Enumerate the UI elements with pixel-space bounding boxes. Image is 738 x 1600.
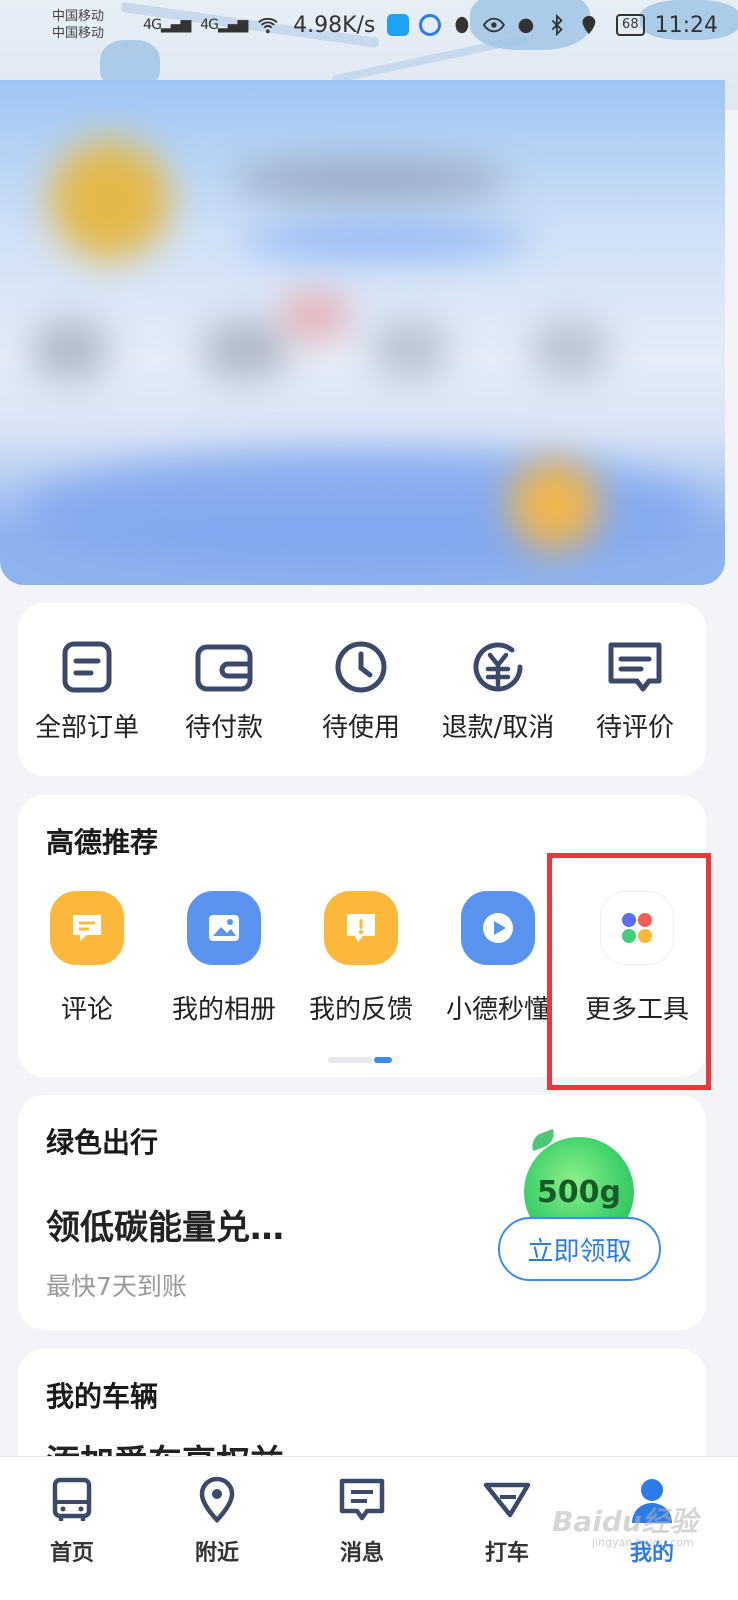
play-icon [461, 891, 535, 965]
qq-icon [455, 16, 469, 34]
green-travel-headline: 领低碳能量兑… [46, 1208, 284, 1248]
battery-icon: 68 [616, 14, 645, 36]
order-list-icon [62, 641, 112, 693]
order-label: 待付款 [184, 713, 263, 743]
order-review-button[interactable]: 待评价 [566, 639, 704, 744]
order-refund-button[interactable]: 退款/取消 [429, 639, 567, 744]
nav-home[interactable]: 首页 [17, 1475, 127, 1567]
watermark-sub: jingyan.baidu.com [592, 1536, 694, 1549]
vehicle-title: 我的车辆 [46, 1380, 159, 1413]
order-all-button[interactable]: 全部订单 [18, 639, 156, 744]
alarm-icon [518, 18, 533, 34]
rec-album-button[interactable]: 我的相册 [155, 891, 293, 1026]
clock-icon [335, 641, 387, 693]
status-bar: 中国移动 中国移动 4G▂▄▆ 4G▂▄▆ 4.98K/s 68 11:24 [0, 0, 738, 50]
green-travel-subtitle: 最快7天到账 [46, 1272, 187, 1301]
carrier-1: 中国移动 [52, 9, 105, 24]
rec-label: 评论 [60, 995, 113, 1025]
page-indicator [328, 1057, 392, 1063]
orders-card: 全部订单 待付款 待使用 退款/取消 待评价 [18, 603, 706, 776]
nav-label: 附近 [194, 1541, 239, 1566]
search-app-icon [387, 14, 410, 36]
profile-card-blurred [0, 80, 725, 585]
message-icon [339, 1478, 385, 1521]
nav-messages[interactable]: 消息 [307, 1475, 417, 1567]
refund-icon [473, 642, 523, 692]
network-speed: 4.98K/s [293, 12, 376, 38]
clock-time: 11:24 [654, 12, 718, 38]
eye-icon [482, 17, 505, 33]
claim-button[interactable]: 立即领取 [498, 1217, 661, 1281]
watermark: Baidu经验 [552, 1505, 698, 1538]
nav-nearby[interactable]: 附近 [162, 1475, 272, 1567]
order-label: 待评价 [595, 713, 674, 743]
green-travel-title: 绿色出行 [46, 1126, 159, 1159]
energy-badge: 500g [536, 1174, 622, 1210]
nav-label: 打车 [484, 1541, 529, 1566]
green-travel-card[interactable]: 绿色出行 领低碳能量兑… 最快7天到账 500g 立即领取 [18, 1095, 706, 1330]
order-label: 全部订单 [34, 713, 139, 743]
rec-label: 我的相册 [171, 995, 276, 1025]
carrier-info: 中国移动 中国移动 [52, 8, 143, 42]
app-notification-icon [419, 14, 442, 36]
comment-bubble-icon [50, 891, 124, 965]
order-label: 待使用 [321, 713, 400, 743]
signal-icon: 4G▂▄▆ [143, 17, 191, 33]
rec-label: 我的反馈 [308, 995, 413, 1025]
rec-comment-button[interactable]: 评论 [18, 891, 156, 1026]
nav-label: 消息 [339, 1541, 384, 1566]
bluetooth-icon [552, 14, 564, 36]
recommend-title: 高德推荐 [46, 826, 159, 859]
signal-icon-2: 4G▂▄▆ [200, 17, 248, 33]
carrier-2: 中国移动 [52, 26, 105, 41]
bus-icon [52, 1477, 92, 1521]
highlight-box [547, 853, 711, 1090]
rec-feedback-button[interactable]: 我的反馈 [292, 891, 430, 1026]
order-unused-button[interactable]: 待使用 [292, 639, 430, 744]
nav-taxi[interactable]: 打车 [452, 1475, 562, 1567]
avatar [50, 140, 170, 260]
wallet-icon [195, 644, 253, 692]
feedback-icon [324, 891, 398, 965]
rec-label: 小德秒懂 [445, 995, 550, 1025]
comment-icon [608, 642, 662, 692]
order-unpaid-button[interactable]: 待付款 [155, 639, 293, 744]
nav-label: 首页 [49, 1541, 94, 1566]
order-label: 退款/取消 [441, 713, 555, 743]
photo-album-icon [187, 891, 261, 965]
location-icon [582, 15, 596, 35]
wifi-icon [258, 17, 278, 34]
taxi-icon [483, 1482, 531, 1518]
location-pin-icon [199, 1476, 235, 1524]
